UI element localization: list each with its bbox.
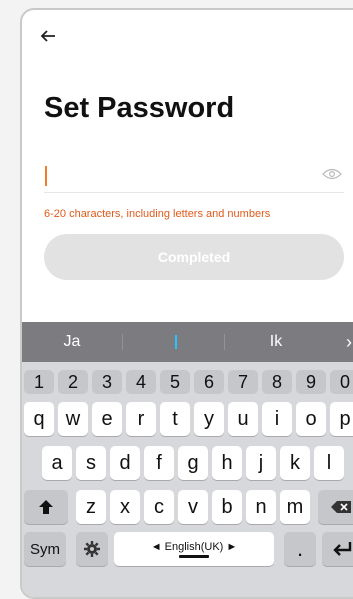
key-3[interactable]: 3 xyxy=(92,370,122,394)
divider xyxy=(122,334,123,350)
key-g[interactable]: g xyxy=(178,446,208,480)
space-key[interactable]: ◄ English(UK) ► xyxy=(114,532,274,566)
key-2[interactable]: 2 xyxy=(58,370,88,394)
suggestion-item[interactable]: Ik xyxy=(226,322,326,362)
key-b[interactable]: b xyxy=(212,490,242,524)
key-8[interactable]: 8 xyxy=(262,370,292,394)
key-n[interactable]: n xyxy=(246,490,276,524)
key-t[interactable]: t xyxy=(160,402,190,436)
key-v[interactable]: v xyxy=(178,490,208,524)
key-9[interactable]: 9 xyxy=(296,370,326,394)
key-4[interactable]: 4 xyxy=(126,370,156,394)
text-cursor xyxy=(45,166,47,186)
space-icon xyxy=(179,554,209,558)
key-m[interactable]: m xyxy=(280,490,310,524)
key-x[interactable]: x xyxy=(110,490,140,524)
period-key[interactable]: . xyxy=(284,532,316,566)
completed-button[interactable]: Completed xyxy=(44,234,344,280)
key-w[interactable]: w xyxy=(58,402,88,436)
eye-icon[interactable] xyxy=(322,167,342,181)
chevron-right-icon[interactable]: › xyxy=(346,322,352,362)
key-a[interactable]: a xyxy=(42,446,72,480)
key-c[interactable]: c xyxy=(144,490,174,524)
key-o[interactable]: o xyxy=(296,402,326,436)
key-l[interactable]: l xyxy=(314,446,344,480)
suggestion-bar: Ja Ik › xyxy=(22,322,353,362)
key-1[interactable]: 1 xyxy=(24,370,54,394)
key-j[interactable]: j xyxy=(246,446,276,480)
password-hint: 6-20 characters, including letters and n… xyxy=(44,208,271,220)
key-s[interactable]: s xyxy=(76,446,106,480)
divider xyxy=(224,334,225,350)
key-5[interactable]: 5 xyxy=(160,370,190,394)
key-u[interactable]: u xyxy=(228,402,258,436)
key-6[interactable]: 6 xyxy=(194,370,224,394)
key-q[interactable]: q xyxy=(24,402,54,436)
key-7[interactable]: 7 xyxy=(228,370,258,394)
key-0[interactable]: 0 xyxy=(330,370,353,394)
suggestion-cursor[interactable] xyxy=(175,335,177,349)
sym-key[interactable]: Sym xyxy=(24,532,66,566)
language-label: ◄ English(UK) ► xyxy=(150,540,238,553)
key-p[interactable]: p xyxy=(330,402,353,436)
key-h[interactable]: h xyxy=(212,446,242,480)
key-y[interactable]: y xyxy=(194,402,224,436)
password-input[interactable] xyxy=(44,160,344,193)
suggestion-item[interactable]: Ja xyxy=(22,322,122,362)
shift-icon[interactable] xyxy=(24,490,68,524)
arrow-left-icon[interactable] xyxy=(38,26,58,46)
key-r[interactable]: r xyxy=(126,402,156,436)
backspace-icon[interactable] xyxy=(318,490,353,524)
key-i[interactable]: i xyxy=(262,402,292,436)
key-d[interactable]: d xyxy=(110,446,140,480)
gear-icon[interactable] xyxy=(76,532,108,566)
page-title: Set Password xyxy=(44,92,235,124)
key-z[interactable]: z xyxy=(76,490,106,524)
keyboard: Ja Ik › 1 2 3 4 5 6 7 8 9 0 q w e r t y xyxy=(22,322,353,597)
key-k[interactable]: k xyxy=(280,446,310,480)
enter-icon[interactable] xyxy=(322,532,353,566)
key-e[interactable]: e xyxy=(92,402,122,436)
key-f[interactable]: f xyxy=(144,446,174,480)
phone-screen: Set Password 6-20 characters, including … xyxy=(20,8,353,599)
